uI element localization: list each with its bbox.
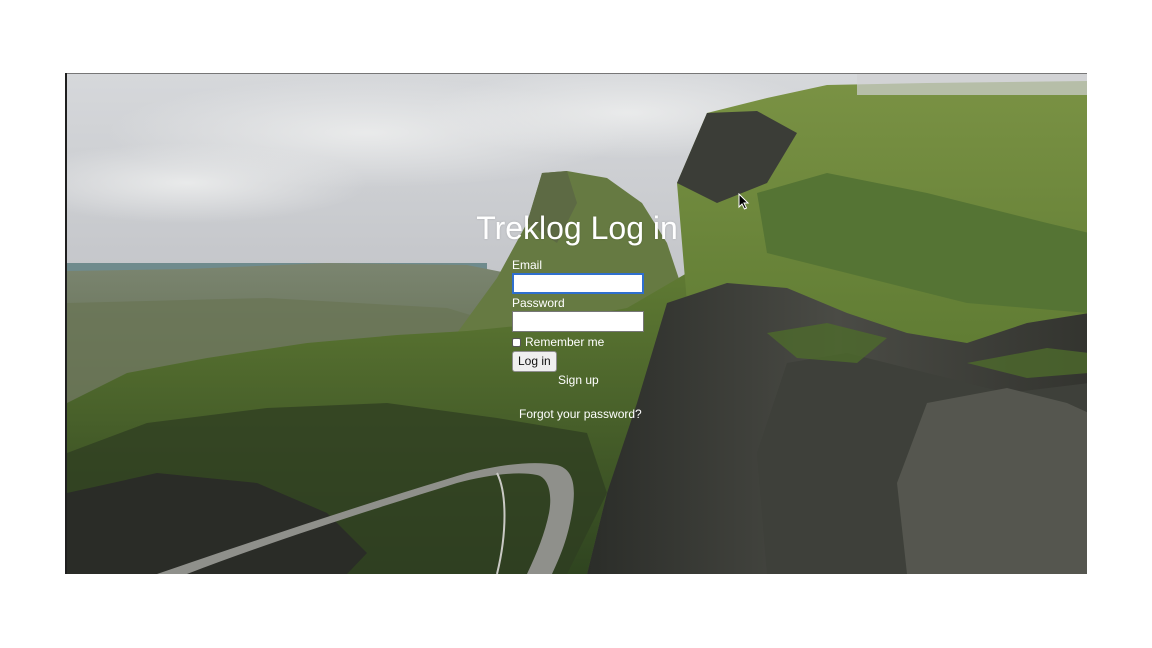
login-form: Email Password Remember me Log in (512, 258, 712, 372)
browser-viewport: Treklog Log in Email Password Remember m… (65, 73, 1087, 574)
password-label: Password (512, 296, 565, 310)
remember-me-checkbox[interactable] (512, 337, 521, 347)
login-button[interactable]: Log in (512, 351, 557, 372)
signup-link[interactable]: Sign up (558, 373, 599, 387)
page-title: Treklog Log in (476, 210, 678, 246)
forgot-password-link[interactable]: Forgot your password? (519, 407, 642, 421)
remember-me-row: Remember me (512, 334, 712, 350)
remember-me-label[interactable]: Remember me (525, 335, 604, 349)
email-label: Email (512, 258, 543, 272)
mouse-pointer-icon (738, 193, 750, 210)
email-field[interactable] (512, 273, 644, 294)
login-panel: Treklog Log in Email Password Remember m… (67, 73, 1087, 574)
password-field[interactable] (512, 311, 644, 332)
